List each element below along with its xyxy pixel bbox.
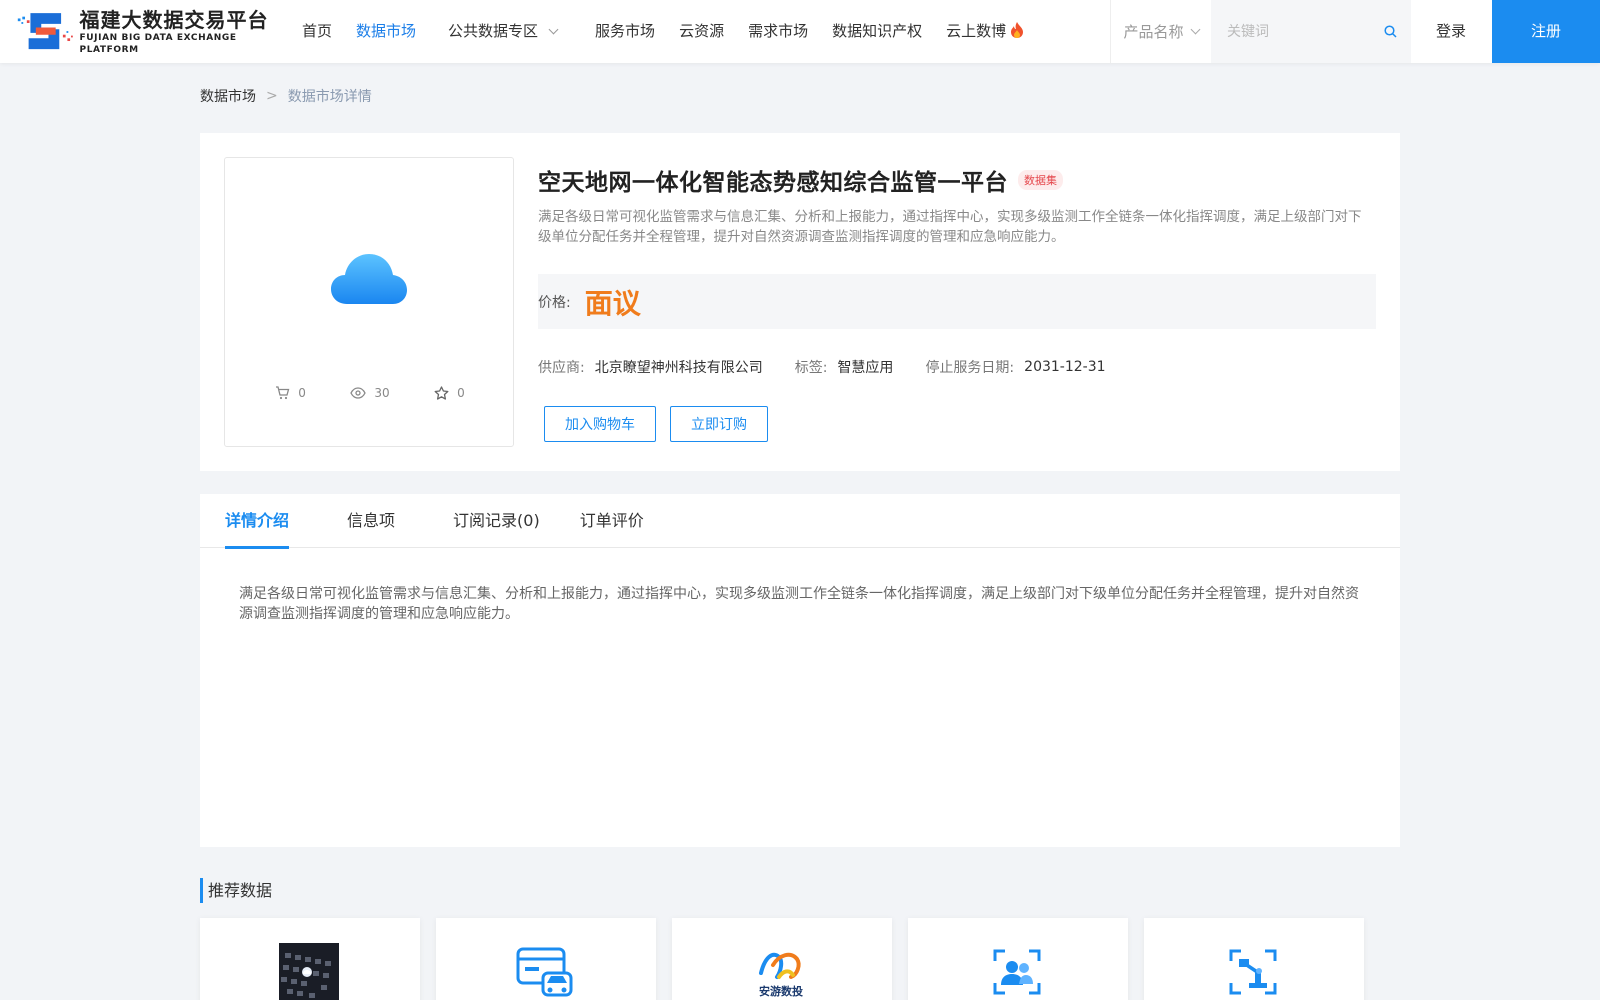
top-header: 福建大数据交易平台 FUJIAN BIG DATA EXCHANGE PLATF… [0,0,1600,63]
product-type-badge: 数据集 [1018,170,1063,190]
detail-panel: 详情介绍 信息项 订阅记录(0) 订单评价 满足各级日常可视化监管需求与信息汇集… [200,494,1400,847]
product-stats: 0 30 0 [225,386,515,400]
keyboard-photo-icon [279,943,339,1000]
site-logo[interactable]: 福建大数据交易平台 FUJIAN BIG DATA EXCHANGE PLATF… [16,8,278,56]
product-panel: 0 30 0 空天地网一体化智能态势感知综合监管一平台 数据集 满足各级日常可视… [200,133,1400,471]
recommended-list: 安游数投 [200,918,1380,1000]
product-description: 满足各级日常可视化监管需求与信息汇集、分析和上报能力，通过指挥中心，实现多级监测… [538,209,1362,245]
search-type-select[interactable]: 产品名称 [1111,0,1211,63]
favorite-count[interactable]: 0 [434,386,465,400]
recommended-card[interactable]: 安游数投 [672,918,892,1000]
tab-order-reviews[interactable]: 订单评价 [580,494,644,548]
detail-tabs: 详情介绍 信息项 订阅记录(0) 订单评价 [200,494,1400,549]
subscribe-button[interactable]: 立即订购 [670,406,768,442]
brand-logo-text: 安游数投 [759,984,803,998]
robot-arm-icon [1229,949,1277,995]
product-meta: 供应商: 北京瞭望神州科技有限公司 标签: 智慧应用 停止服务日期: 2031-… [538,357,1138,377]
product-title: 空天地网一体化智能态势感知综合监管一平台 [538,170,1008,196]
logo-mark-icon [17,13,73,50]
nav-data-market[interactable]: 数据市场 [356,0,416,63]
cart-icon [276,386,290,400]
logo-text: 福建大数据交易平台 FUJIAN BIG DATA EXCHANGE PLATF… [80,8,278,56]
tab-details[interactable]: 详情介绍 [225,494,290,549]
view-count-value: 30 [374,386,390,400]
nav-public-data[interactable]: 公共数据专区 [448,0,559,63]
fire-icon [1011,21,1024,38]
star-icon [434,386,449,400]
breadcrumb-root[interactable]: 数据市场 [200,86,256,106]
cloud-icon [331,254,407,304]
nav-data-ip[interactable]: 数据知识产权 [832,0,922,63]
product-actions: 加入购物车 立即订购 [544,406,782,442]
favorite-count-value: 0 [457,386,465,400]
tag-label: 标签: [794,360,828,376]
main-nav: 首页 数据市场 公共数据专区 服务市场 云资源 需求市场 数据知识产权 云上数博 [302,0,1048,63]
price-value: 面议 [584,286,641,320]
logo-subtitle: FUJIAN BIG DATA EXCHANGE PLATFORM [79,33,237,55]
brand-logo-icon: 安游数投 [759,952,803,998]
end-date-value: 2031-12-31 [1024,359,1106,375]
product-title-row: 空天地网一体化智能态势感知综合监管一平台 数据集 [538,163,1063,197]
nav-cloud-resources[interactable]: 云资源 [679,0,724,63]
nav-cloud-expo[interactable]: 云上数博 [946,0,1024,63]
product-thumbnail: 0 30 0 [224,157,514,447]
tag-value: 智慧应用 [837,360,894,376]
nav-cloud-expo-label: 云上数博 [946,22,1007,40]
search-box [1211,0,1411,63]
nav-public-data-label: 公共数据专区 [448,22,539,40]
recommended-card[interactable] [436,918,656,1000]
logo-title: 福建大数据交易平台 [79,8,269,32]
breadcrumb-separator: > [266,88,278,104]
recommended-title: 推荐数据 [200,878,272,903]
chevron-down-icon [1190,24,1200,34]
tab-subscription-records[interactable]: 订阅记录(0) [453,494,540,548]
end-date-label: 停止服务日期: [925,360,1015,376]
add-to-cart-button[interactable]: 加入购物车 [544,406,656,442]
detail-description: 满足各级日常可视化监管需求与信息汇集、分析和上报能力，通过指挥中心，实现多级监测… [239,586,1359,622]
chevron-down-icon [548,24,559,34]
cart-count: 0 [275,386,306,400]
nav-demand-market[interactable]: 需求市场 [748,0,808,63]
price-label: 价格: [538,294,571,311]
breadcrumb-current: 数据市场详情 [287,89,372,105]
search-type-label: 产品名称 [1123,23,1184,41]
tab-info-items[interactable]: 信息项 [347,494,395,548]
price-row: 价格: 面议 [538,274,1376,329]
login-button[interactable]: 登录 [1411,0,1491,63]
breadcrumb: 数据市场 > 数据市场详情 [200,86,372,106]
nav-service-market[interactable]: 服务市场 [595,0,655,63]
supplier-value[interactable]: 北京瞭望神州科技有限公司 [595,357,763,377]
eye-icon [350,387,367,399]
supplier-label: 供应商: [538,360,585,376]
nav-home[interactable]: 首页 [302,0,332,63]
search-input[interactable] [1211,0,1361,63]
register-button[interactable]: 注册 [1492,0,1600,63]
cart-count-value: 0 [298,386,306,400]
recommended-card[interactable] [908,918,1128,1000]
car-card-icon [516,947,573,997]
user-scan-icon [993,949,1041,995]
recommended-card[interactable] [200,918,420,1000]
view-count: 30 [350,386,390,400]
search-area: 产品名称 [1110,0,1411,63]
search-icon[interactable] [1384,25,1397,38]
recommended-card[interactable] [1144,918,1364,1000]
